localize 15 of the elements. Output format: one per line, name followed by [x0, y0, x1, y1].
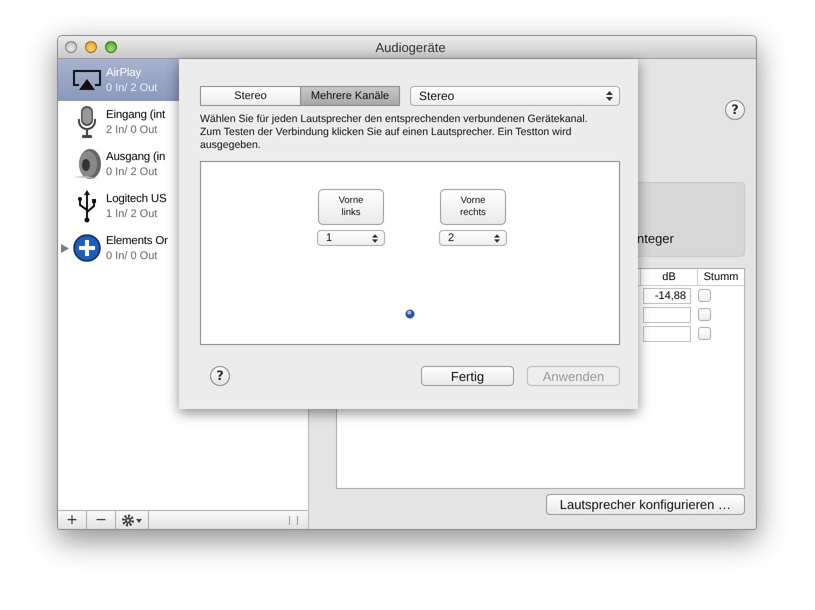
- device-io-count: 0 In/ 0 Out: [106, 248, 158, 264]
- device-name: Logitech US: [106, 192, 166, 206]
- device-name: Eingang (int: [106, 108, 165, 122]
- column-header: dB: [640, 269, 697, 286]
- window-title: Audiogeräte: [374, 40, 447, 54]
- column-header: Stumm: [697, 269, 744, 286]
- device-io-count: 1 In/ 2 Out: [106, 206, 158, 222]
- format-label: nteger: [637, 231, 674, 246]
- device-name: AirPlay: [106, 66, 142, 80]
- device-io-count: 0 In/ 2 Out: [106, 80, 158, 96]
- device-io-count: 2 In/ 0 Out: [106, 122, 158, 138]
- instructions-text: Wählen Sie für jeden Lautsprecher den entsprechenden verbundenen Gerätekanal. Zum Testen der Verbindung klicken Sie auf einen Lautsprecher. Ein Testton wird ausgegeben.: [200, 113, 589, 152]
- device-name: Elements Or: [106, 234, 168, 248]
- device-name: Ausgang (in: [106, 150, 166, 164]
- device-io-count: 0 In/ 2 Out: [106, 164, 158, 180]
